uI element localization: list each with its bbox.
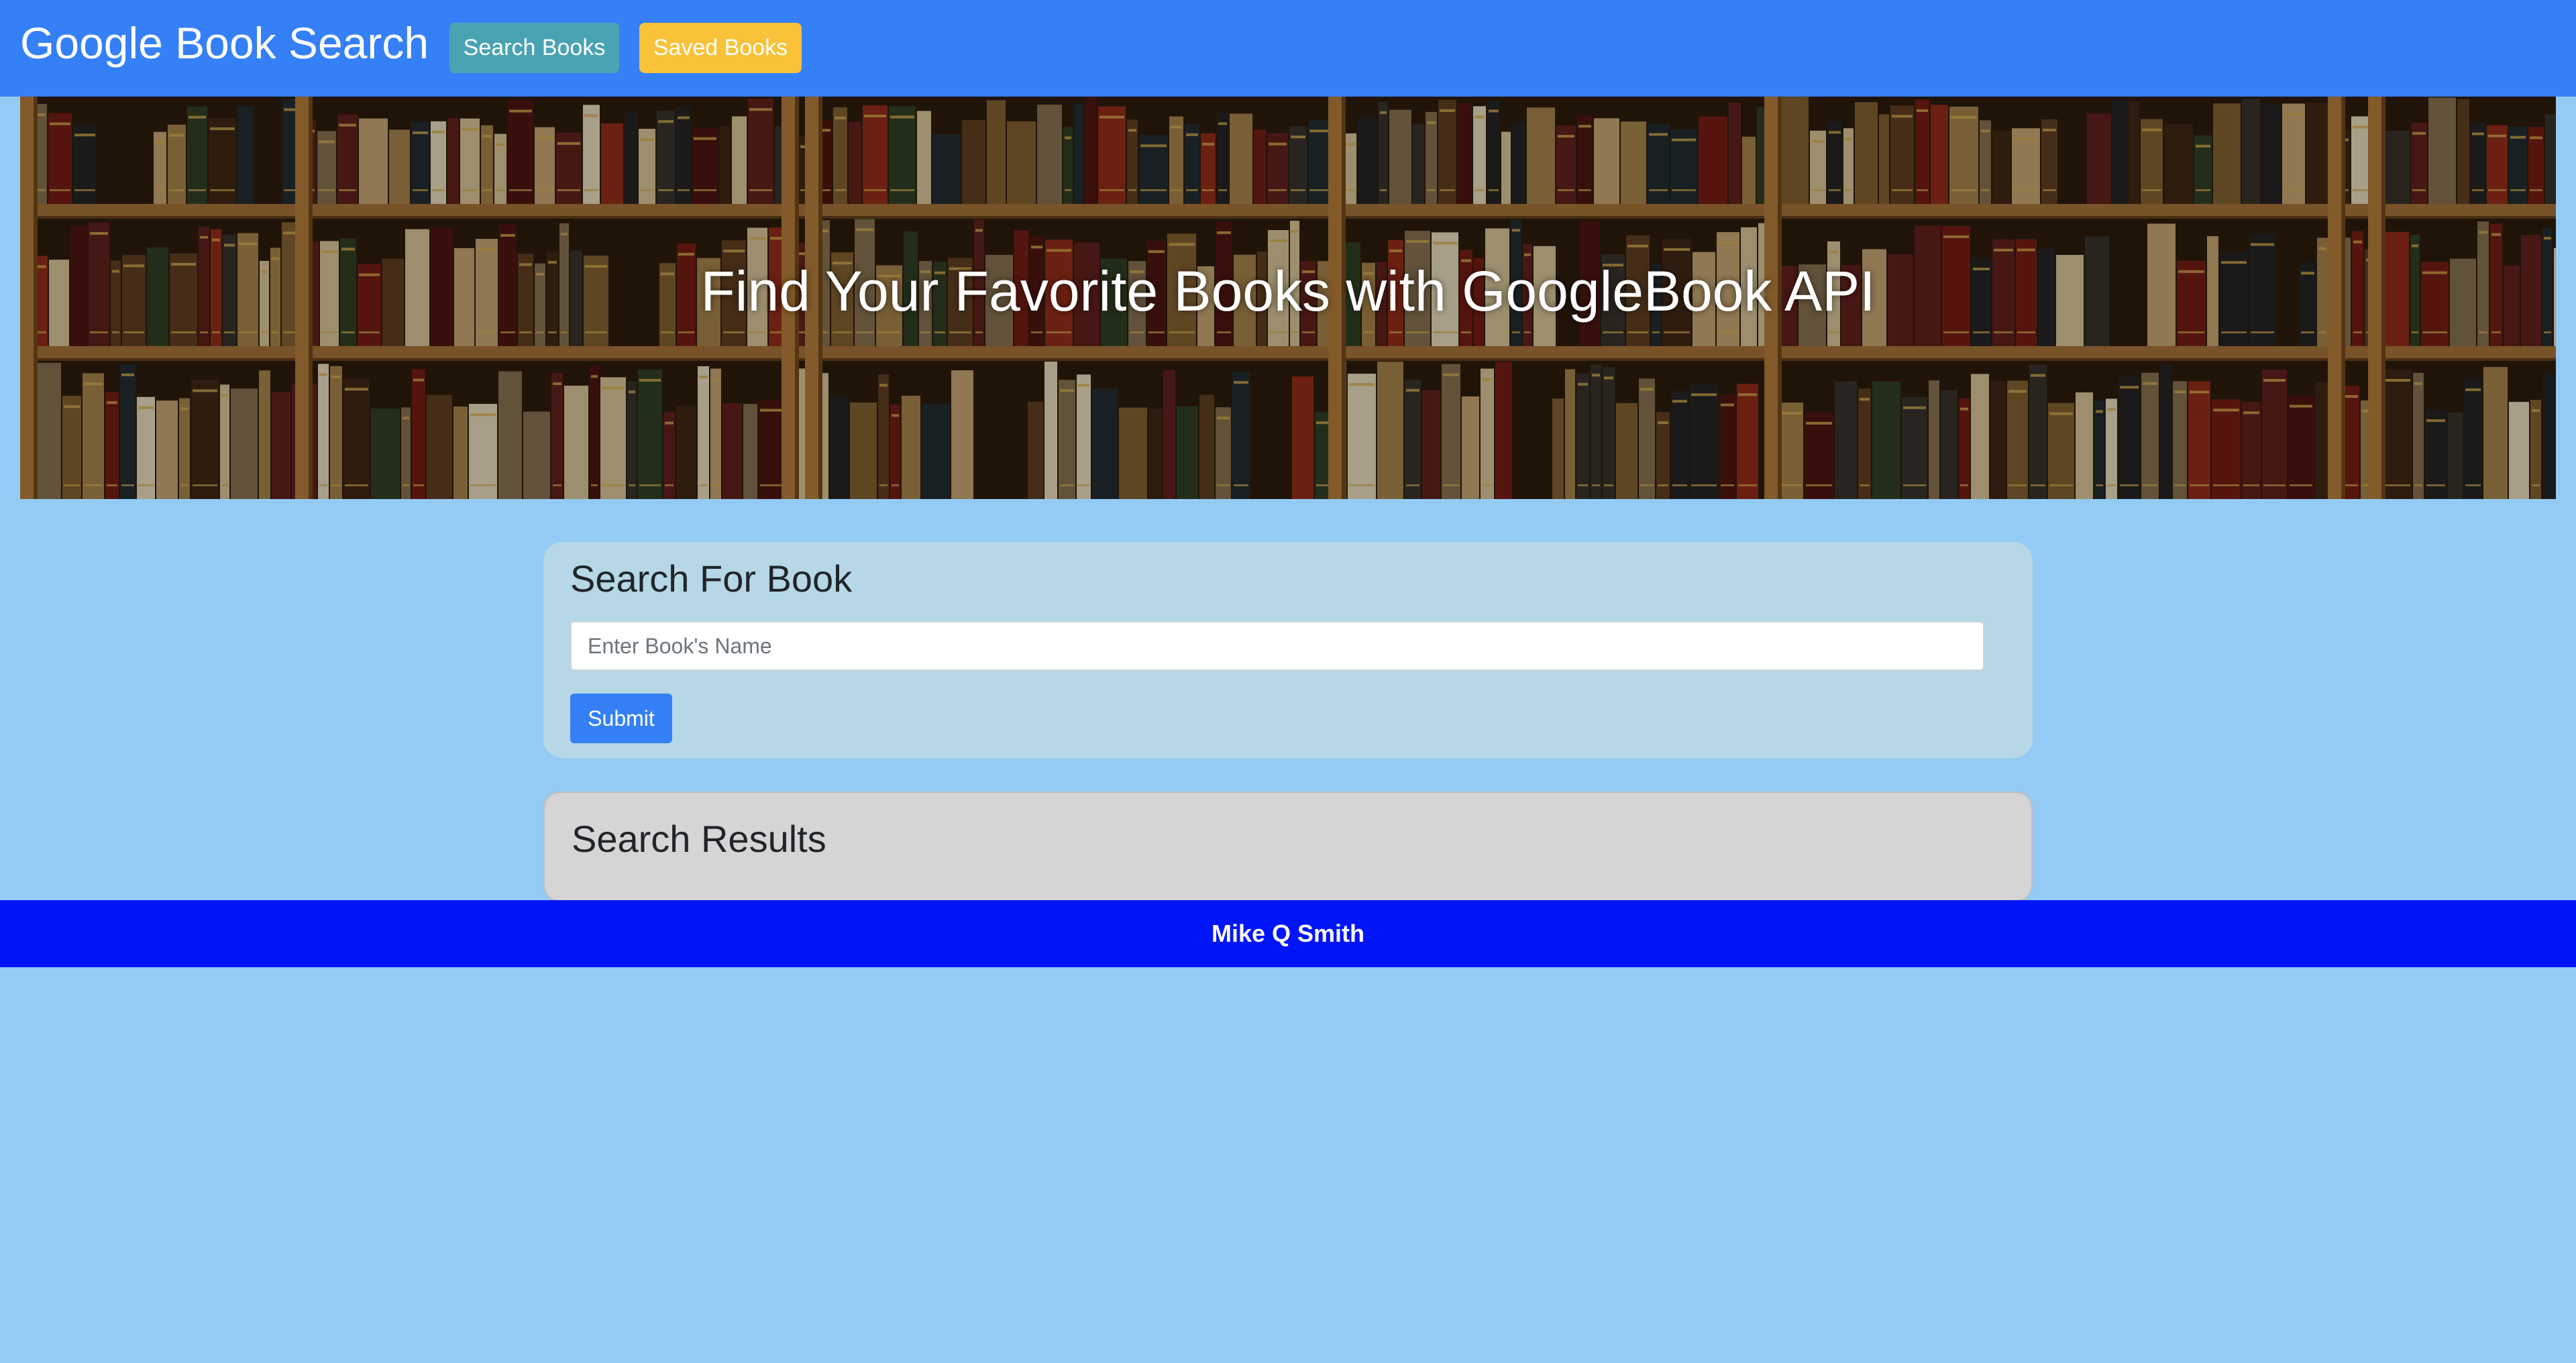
search-books-button[interactable]: Search Books <box>449 23 619 73</box>
submit-button[interactable]: Submit <box>570 694 672 743</box>
hero-banner: Find Your Favorite Books with GoogleBook… <box>20 97 2556 499</box>
navbar: Google Book Search Search Books Saved Bo… <box>0 0 2576 97</box>
book-name-input[interactable] <box>570 621 1984 671</box>
saved-books-button[interactable]: Saved Books <box>639 23 802 73</box>
search-results-card: Search Results <box>543 792 2033 902</box>
search-card: Search For Book Submit <box>543 542 2033 758</box>
search-results-title: Search Results <box>572 818 826 860</box>
search-card-title: Search For Book <box>570 557 853 600</box>
hero-title: Find Your Favorite Books with GoogleBook… <box>700 260 1876 323</box>
footer: Mike Q Smith <box>0 900 2576 967</box>
brand-title[interactable]: Google Book Search <box>20 15 429 71</box>
